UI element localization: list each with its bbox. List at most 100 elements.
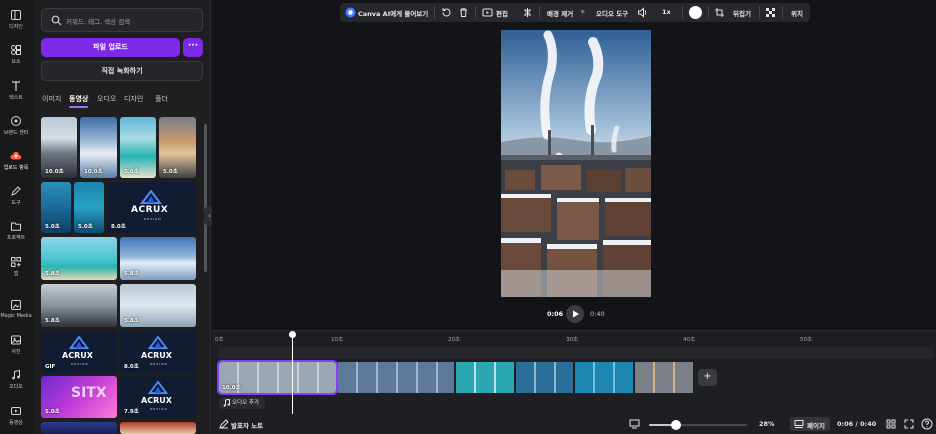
timeline-clip[interactable] — [456, 362, 514, 393]
video-thumbnail[interactable]: 5.8초 — [41, 284, 117, 327]
rail-item-text[interactable]: 텍스트 — [0, 80, 32, 101]
video-thumbnail[interactable] — [120, 422, 196, 434]
panel-scrollbar[interactable] — [204, 124, 207, 272]
presenter-notes-button[interactable]: 발표자 노트 — [231, 420, 263, 430]
acrux-logo-sub: DESIGN — [150, 362, 168, 366]
help-icon[interactable] — [921, 418, 933, 430]
duration-label: 5.0초 — [124, 169, 139, 175]
grid-view-icon[interactable] — [886, 419, 896, 429]
video-thumbnail[interactable]: 5.8초 — [41, 237, 117, 280]
rail-item-brand[interactable]: 브랜드 센터 — [0, 115, 32, 136]
background-remove-button[interactable]: 배경 제거 — [547, 8, 573, 18]
monitor-icon[interactable] — [629, 419, 640, 429]
overlay-text: SITX — [71, 385, 107, 401]
crop-icon[interactable] — [714, 7, 725, 18]
rail-label: 디자인 — [9, 24, 23, 30]
video-thumbnail[interactable]: ACRUX DESIGN GIF — [41, 331, 117, 373]
ask-canva-ai-button[interactable]: Canva AI에게 물어보기 — [358, 8, 428, 18]
gif-label: GIF — [45, 364, 56, 370]
acrux-logo-icon — [147, 381, 169, 394]
play-button[interactable] — [566, 305, 584, 323]
transparency-icon[interactable] — [765, 7, 776, 18]
audio-track-lane[interactable] — [218, 347, 934, 359]
acrux-logo-sub: DESIGN — [150, 407, 168, 411]
timeline-clip[interactable] — [635, 362, 693, 393]
video-canvas[interactable] — [501, 30, 651, 297]
clip-duration-label: 10.0초 — [222, 385, 241, 391]
acrux-logo-sub: DESIGN — [144, 217, 162, 221]
video-thumbnail[interactable]: SITX 5.0초 — [41, 376, 117, 418]
rail-label: 오디오 — [9, 384, 23, 390]
video-thumbnail[interactable]: ACRUX DESIGN 7.9초 — [120, 376, 196, 418]
color-swatch[interactable] — [689, 6, 702, 19]
edit-video-icon — [482, 8, 493, 17]
playhead-handle[interactable] — [289, 331, 296, 338]
timeline-clip[interactable] — [575, 362, 633, 393]
video-thumbnail[interactable]: 5.0초 — [120, 117, 156, 178]
add-clip-button[interactable]: + — [698, 369, 717, 386]
toolbar-divider — [434, 6, 435, 19]
video-thumbnail[interactable] — [41, 422, 117, 434]
trash-icon[interactable] — [458, 7, 469, 18]
zoom-level[interactable]: 28% — [759, 420, 775, 428]
video-thumbnail[interactable]: ACRUX DESIGN 8.0초 — [120, 331, 196, 373]
video-thumbnail[interactable]: 5.0초 — [41, 182, 71, 233]
rail-item-uploads[interactable]: 업로드 항목 — [0, 150, 32, 171]
fullscreen-icon[interactable] — [904, 419, 914, 429]
rail-label: 사진 — [11, 349, 21, 355]
rail-item-tools[interactable]: 도구 — [0, 185, 32, 206]
rail-item-design[interactable]: 디자인 — [0, 9, 32, 30]
add-audio-button[interactable]: 오디오 추가 — [219, 397, 265, 409]
timeline-clip[interactable] — [338, 362, 454, 393]
tab-images[interactable]: 이미지 — [42, 94, 61, 104]
video-thumbnail[interactable]: 5.0초 — [159, 117, 196, 178]
split-icon[interactable] — [522, 7, 533, 18]
total-time: 0:40 — [590, 310, 605, 318]
notes-icon — [219, 419, 229, 429]
canva-ai-icon — [345, 7, 356, 18]
rail-label: 텍스트 — [9, 95, 23, 101]
toolbar-divider — [782, 6, 783, 19]
tab-audio[interactable]: 오디오 — [97, 94, 116, 104]
rail-item-apps[interactable]: 앱 — [0, 256, 32, 277]
timeline-clip[interactable] — [516, 362, 573, 393]
tab-designs[interactable]: 디자인 — [124, 94, 143, 104]
playback-speed-button[interactable]: 1x — [662, 8, 671, 16]
audio-tools-button[interactable]: 오디오 도구 — [596, 8, 628, 18]
edit-button[interactable]: 편집 — [496, 8, 508, 18]
flip-button[interactable]: 뒤집기 — [733, 8, 751, 18]
video-thumbnail[interactable]: 5.8초 — [120, 237, 196, 280]
acrux-logo-icon — [68, 336, 90, 349]
position-button[interactable]: 위치 — [791, 8, 803, 18]
upload-file-button[interactable]: 파일 업로드 — [41, 38, 180, 57]
rail-item-audio[interactable]: 오디오 — [0, 369, 32, 390]
tab-videos[interactable]: 동영상 — [69, 94, 88, 104]
rail-item-elements[interactable]: 요소 — [0, 44, 32, 65]
magic-media-icon — [11, 300, 21, 310]
video-thumbnail[interactable]: 5.0초 — [74, 182, 104, 233]
search-input[interactable]: 키워드, 태그, 색상 검색 — [41, 8, 203, 32]
video-thumbnail[interactable]: 5.8초 — [120, 284, 196, 327]
video-thumbnail[interactable]: ACRUX DESIGN 8.0초 — [107, 182, 196, 233]
record-yourself-button[interactable]: 직접 녹화하기 — [41, 61, 203, 81]
duration-label: 8.0초 — [124, 364, 139, 370]
rail-item-magic-media[interactable]: Magic Media — [0, 299, 32, 319]
timeline-clip-selected[interactable]: 10.0초 — [217, 360, 338, 395]
rail-item-photos[interactable]: 사진 — [0, 334, 32, 355]
duration-label: 5.0초 — [163, 169, 178, 175]
playhead[interactable] — [292, 333, 293, 414]
toolbar-divider — [539, 6, 540, 19]
acrux-logo-sub: DESIGN — [71, 362, 89, 366]
replace-icon[interactable] — [441, 7, 452, 18]
upload-cloud-icon — [10, 151, 22, 160]
more-options-button[interactable]: ··· — [183, 38, 203, 57]
acrux-logo-text: ACRUX — [131, 205, 169, 215]
video-thumbnail[interactable]: 10.0초 — [80, 117, 117, 178]
rail-item-video[interactable]: 동영상 — [0, 405, 32, 426]
duration-label: 5.8초 — [45, 271, 60, 277]
page-view-button[interactable]: 페이지 — [790, 417, 830, 431]
video-thumbnail[interactable]: 10.0초 — [41, 117, 77, 178]
tab-folders[interactable]: 폴더 — [155, 94, 168, 104]
rail-item-projects[interactable]: 프로젝트 — [0, 220, 32, 241]
volume-icon[interactable] — [637, 7, 648, 18]
